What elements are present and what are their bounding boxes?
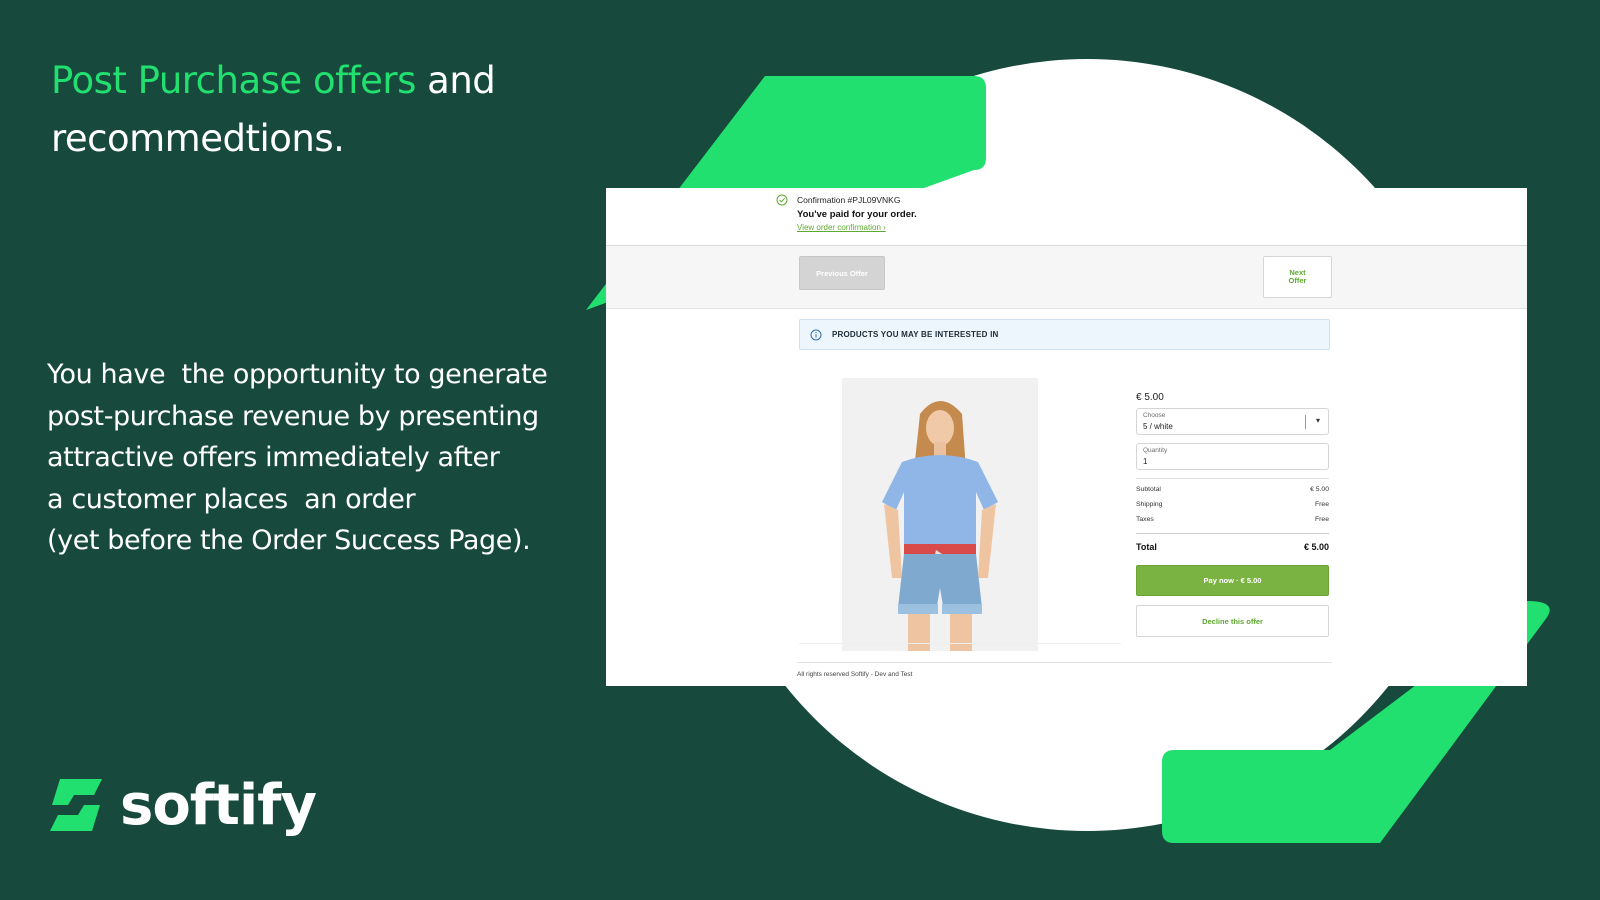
description-line: You have the opportunity to generate (47, 359, 548, 390)
total-label: Total (1136, 542, 1157, 552)
variant-select-label: Choose (1143, 412, 1166, 419)
quantity-value: 1 (1143, 457, 1148, 466)
taxes-value: Free (1315, 516, 1329, 523)
shipping-value: Free (1315, 501, 1329, 508)
previous-offer-button[interactable]: Previous Offer (799, 256, 885, 290)
chevron-down-icon: ▾ (1315, 416, 1320, 425)
description-line: a customer places an order (47, 483, 416, 515)
variant-select-value: 5 / white (1143, 422, 1173, 431)
description-text: You have the opportunity to generate pos… (47, 354, 607, 562)
total-value: € 5.00 (1303, 542, 1329, 552)
banner-text: PRODUCTS YOU MAY BE INTERESTED IN (832, 330, 999, 339)
taxes-label: Taxes (1136, 516, 1154, 523)
select-divider (1305, 415, 1306, 429)
product-price: € 5.00 (1136, 392, 1164, 403)
headline-highlight: Post Purchase offers (51, 59, 416, 102)
info-icon (810, 329, 822, 340)
divider (799, 643, 1121, 644)
next-offer-label: Next Offer (1289, 269, 1307, 285)
shipping-label: Shipping (1136, 501, 1163, 508)
description-line: attractive offers immediately after (47, 442, 500, 473)
pay-now-button[interactable]: Pay now · € 5.00 (1136, 565, 1329, 596)
subtotal-row: Subtotal € 5.00 (1136, 486, 1329, 493)
description-line: post-purchase revenue by presenting (47, 400, 539, 432)
footer-copyright: All rights reserved Softify - Dev and Te… (797, 671, 913, 678)
payment-status: You've paid for your order. (797, 209, 917, 220)
view-order-confirmation-link[interactable]: View order confirmation › (797, 223, 886, 232)
subtotal-label: Subtotal (1136, 486, 1161, 493)
subtotal-value: € 5.00 (1310, 486, 1329, 493)
variant-select[interactable]: Choose 5 / white ▾ (1136, 408, 1329, 435)
quantity-label: Quantity (1143, 447, 1168, 454)
quantity-field[interactable]: Quantity 1 (1136, 443, 1329, 470)
divider (797, 662, 1332, 663)
recommendation-banner: PRODUCTS YOU MAY BE INTERESTED IN (799, 319, 1330, 350)
shipping-row: Shipping Free (1136, 501, 1329, 508)
product-image (842, 378, 1038, 651)
brand-name: softify (120, 772, 317, 838)
brand-logo: softify (48, 770, 317, 840)
offer-navigation-bar: Previous Offer Next Offer (606, 245, 1527, 309)
decline-offer-button[interactable]: Decline this offer (1136, 605, 1329, 637)
taxes-row: Taxes Free (1136, 516, 1329, 523)
next-offer-button[interactable]: Next Offer (1263, 256, 1332, 298)
description-line: (yet before the Order Success Page). (47, 525, 531, 556)
next-offer-label-line2: Offer (1288, 276, 1307, 285)
divider (1136, 533, 1329, 534)
check-circle-icon (776, 194, 788, 206)
headline-rest: and (415, 59, 496, 102)
softify-logo-icon (50, 779, 102, 831)
divider (1136, 478, 1329, 479)
confirmation-number: Confirmation #PJL09VNKG (797, 195, 901, 205)
page-headline: Post Purchase offers and recommedtions. (51, 52, 611, 168)
post-purchase-screenshot: Confirmation #PJL09VNKG You've paid for … (606, 188, 1527, 686)
headline-line2: recommedtions. (51, 117, 345, 160)
total-row: Total € 5.00 (1136, 542, 1329, 552)
